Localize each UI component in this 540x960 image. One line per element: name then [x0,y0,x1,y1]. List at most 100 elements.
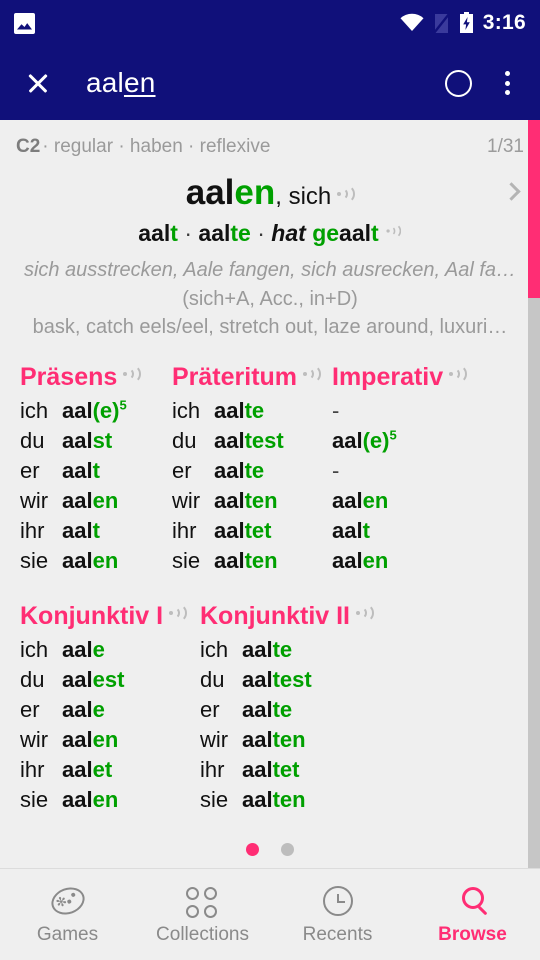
nav-item-label: Recents [302,923,373,945]
status-bar: 3:16 [0,0,540,46]
conjugation-row[interactable]: sie aalen [20,785,200,815]
tense-title-label: Präsens [20,363,118,392]
footnote-marker[interactable]: 5 [389,428,396,443]
speaker-icon[interactable] [336,185,356,203]
pronoun: ihr [172,518,197,544]
conjugation-row[interactable]: er aalte [172,456,332,486]
verb-ending: e [92,637,105,663]
no-sim-icon [432,12,450,34]
pronoun: du [20,667,45,693]
speaker-icon[interactable] [448,365,468,384]
nav-item-games[interactable]: Games [0,882,135,946]
conjugation-row[interactable]: aalt [332,516,466,546]
conjugation-empty: - [332,458,340,484]
close-icon[interactable] [16,61,60,105]
verb-stem: aal [62,518,93,544]
nav-item-recents[interactable]: Recents [270,884,405,946]
part-participle-stem: aal [339,220,372,247]
pronoun: ich [172,398,201,424]
conjugation-row[interactable]: ihr aaltet [200,755,373,785]
part-participle-ending: t [371,220,379,247]
part-present-ending: t [170,220,178,247]
verb-ending: en [92,787,119,813]
pronoun: sie [20,787,49,813]
scrollbar-thumb[interactable] [528,120,540,298]
verb-stem: aal [214,428,245,454]
speaker-icon[interactable] [385,223,401,239]
conjugation-row[interactable]: ihr aalet [20,755,200,785]
status-bar-right: 3:16 [400,11,526,35]
conjugation-row[interactable]: sie aalten [200,785,373,815]
pronoun: ich [20,398,49,424]
page-dot[interactable] [246,843,259,856]
pronoun: sie [172,548,201,574]
verb-ending: en [362,548,389,574]
conjugation-row[interactable]: er aalte [200,695,373,725]
verb-stem: aal [62,398,93,424]
conjugation-row[interactable]: wir aalen [20,725,200,755]
conjugation-row[interactable]: sie aalten [172,546,332,576]
overflow-menu-icon[interactable] [490,61,524,105]
page-dot[interactable] [281,843,294,856]
page-indicator[interactable] [0,843,540,856]
verb-ending: te [244,458,265,484]
search-icon [456,884,490,918]
conjugation-row[interactable]: aal(e)5 [332,426,466,456]
tense-title-label: Präteritum [172,363,298,392]
conjugation-row[interactable]: ich aal(e)5 [20,396,172,426]
verb-stem: aal [214,548,245,574]
verb-stem: aal [62,787,93,813]
conjugation-row[interactable]: du aaltest [200,665,373,695]
pronoun: wir [20,488,49,514]
battery-charging-icon [459,12,473,33]
conjugation-row[interactable]: - [332,396,466,426]
pronoun: er [200,697,220,723]
conjugation-row[interactable]: wir aalten [172,486,332,516]
verb-stem: aal [62,727,93,753]
verb-ending: tet [244,518,272,544]
conjugation-row[interactable]: wir aalen [20,486,172,516]
conjugation-column-pr-sens: Präsens ich aal(e)5 du aalst er aalt wir aalen ih… [20,363,172,576]
conjugation-row[interactable]: sie aalen [20,546,172,576]
conjugation-row[interactable]: ich aalte [172,396,332,426]
bottom-navigation: Games Collections Recents Browse [0,868,540,960]
speaker-icon[interactable] [122,365,142,384]
speaker-icon[interactable] [302,365,322,384]
speaker-icon[interactable] [355,604,374,623]
clock-icon [321,884,355,918]
conjugation-row[interactable]: - [332,456,466,486]
verb-stem: aal [332,518,363,544]
pronoun: er [20,697,40,723]
conjugation-column-konjunktiv-ii: Konjunktiv II ich aalte du aaltest er aalte wir… [200,602,374,815]
footnote-marker[interactable]: 5 [119,398,126,413]
verb-ending: st [92,428,113,454]
valency-pattern: (sich+A, Acc., in+D) [182,287,358,310]
nav-item-label: Browse [438,923,507,945]
conjugation-row[interactable]: er aale [20,695,200,725]
entry-content[interactable]: C2 · regular · haben · reflexive 1/31 aa… [0,120,540,868]
verb-stem: aal [332,488,363,514]
conjugation-row[interactable]: aalen [332,546,466,576]
conjugation-row[interactable]: du aaltest [172,426,332,456]
verb-stem: aal [242,757,273,783]
scrollbar-track[interactable] [528,120,540,868]
nav-item-browse[interactable]: Browse [405,884,540,946]
speaker-icon[interactable] [168,604,188,623]
conjugation-row[interactable]: ihr aalt [20,516,172,546]
conjugation-row[interactable]: ihr aaltet [172,516,332,546]
conjugation-row[interactable]: er aalt [20,456,172,486]
conjugation-row[interactable]: wir aalten [200,725,373,755]
conjugation-row[interactable]: ich aalte [200,635,373,665]
conjugation-row[interactable]: du aalest [20,665,200,695]
verb-stem: aal [332,428,363,454]
app-root: 3:16 aalen C2 · regular · haben · reflex… [0,0,540,960]
nav-item-collections[interactable]: Collections [135,884,270,946]
entry-counter: 1/31 [487,136,524,157]
conjugation-row[interactable]: aalen [332,486,466,516]
tense-title-label: Imperativ [332,363,444,392]
conjugation-row[interactable]: du aalst [20,426,172,456]
conjugation-row[interactable]: ich aale [20,635,200,665]
app-bar-title-prefix: aal [86,67,124,98]
verb-ending: en [362,488,389,514]
record-icon[interactable] [436,61,480,105]
